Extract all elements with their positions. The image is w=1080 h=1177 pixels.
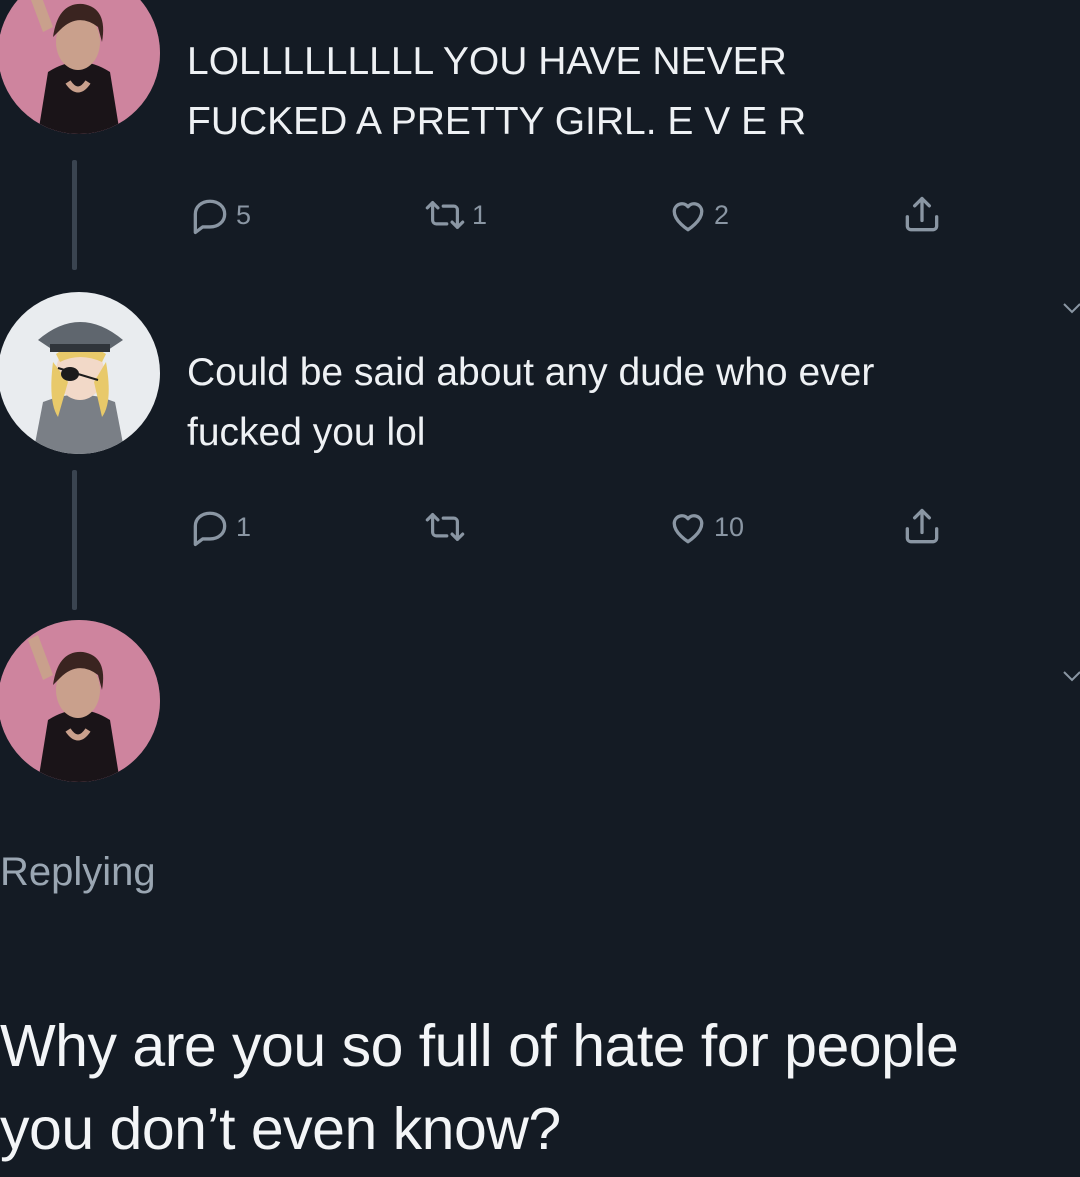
avatar[interactable] [0,0,160,134]
reply-text: Why are you so full of hate for people y… [0,1005,1080,1171]
tweet-text: LOLLLLLLLLL YOU HAVE NEVER FUCKED A PRET… [187,32,806,152]
tweet-text-line: LOLLLLLLLLL YOU HAVE NEVER [187,40,787,83]
heart-icon [666,505,710,549]
retweet-icon [422,193,468,237]
share-button[interactable] [900,502,944,552]
reply-text-line: you don’t even know? [0,1096,561,1162]
reply-text-line: Why are you so full of hate for people [0,1013,959,1079]
like-count: 2 [714,199,730,230]
like-button[interactable]: 2 [666,190,729,240]
reply-button[interactable]: 1 [188,502,251,552]
reply-icon [188,505,232,549]
share-icon [900,505,944,549]
tweet-text-line: fucked you lol [187,411,426,454]
tweet-actions: 1 10 [188,502,968,552]
replying-label: Replying [0,850,156,894]
chevron-down-icon[interactable] [1060,664,1080,688]
avatar[interactable] [0,292,160,454]
like-button[interactable]: 10 [666,502,744,552]
tweet-actions: 5 1 2 [188,190,968,240]
thread-line [72,470,77,610]
heart-icon [666,193,710,237]
reply-icon [188,193,232,237]
retweet-count: 1 [472,199,488,230]
reply-count: 5 [236,199,252,230]
retweet-button[interactable]: 1 [422,190,487,240]
retweet-button[interactable] [422,502,472,552]
tweet-text-line: FUCKED A PRETTY GIRL. E V E R [187,100,807,143]
like-count: 10 [714,511,745,542]
reply-button[interactable]: 5 [188,190,251,240]
avatar[interactable] [0,620,160,782]
chevron-down-icon[interactable] [1060,296,1080,320]
share-button[interactable] [900,190,944,240]
thread-line [72,160,77,270]
tweet-text: Could be said about any dude who ever fu… [187,343,874,463]
tweet-text-line: Could be said about any dude who ever [187,351,875,394]
reply-count: 1 [236,511,252,542]
share-icon [900,193,944,237]
retweet-icon [422,505,468,549]
